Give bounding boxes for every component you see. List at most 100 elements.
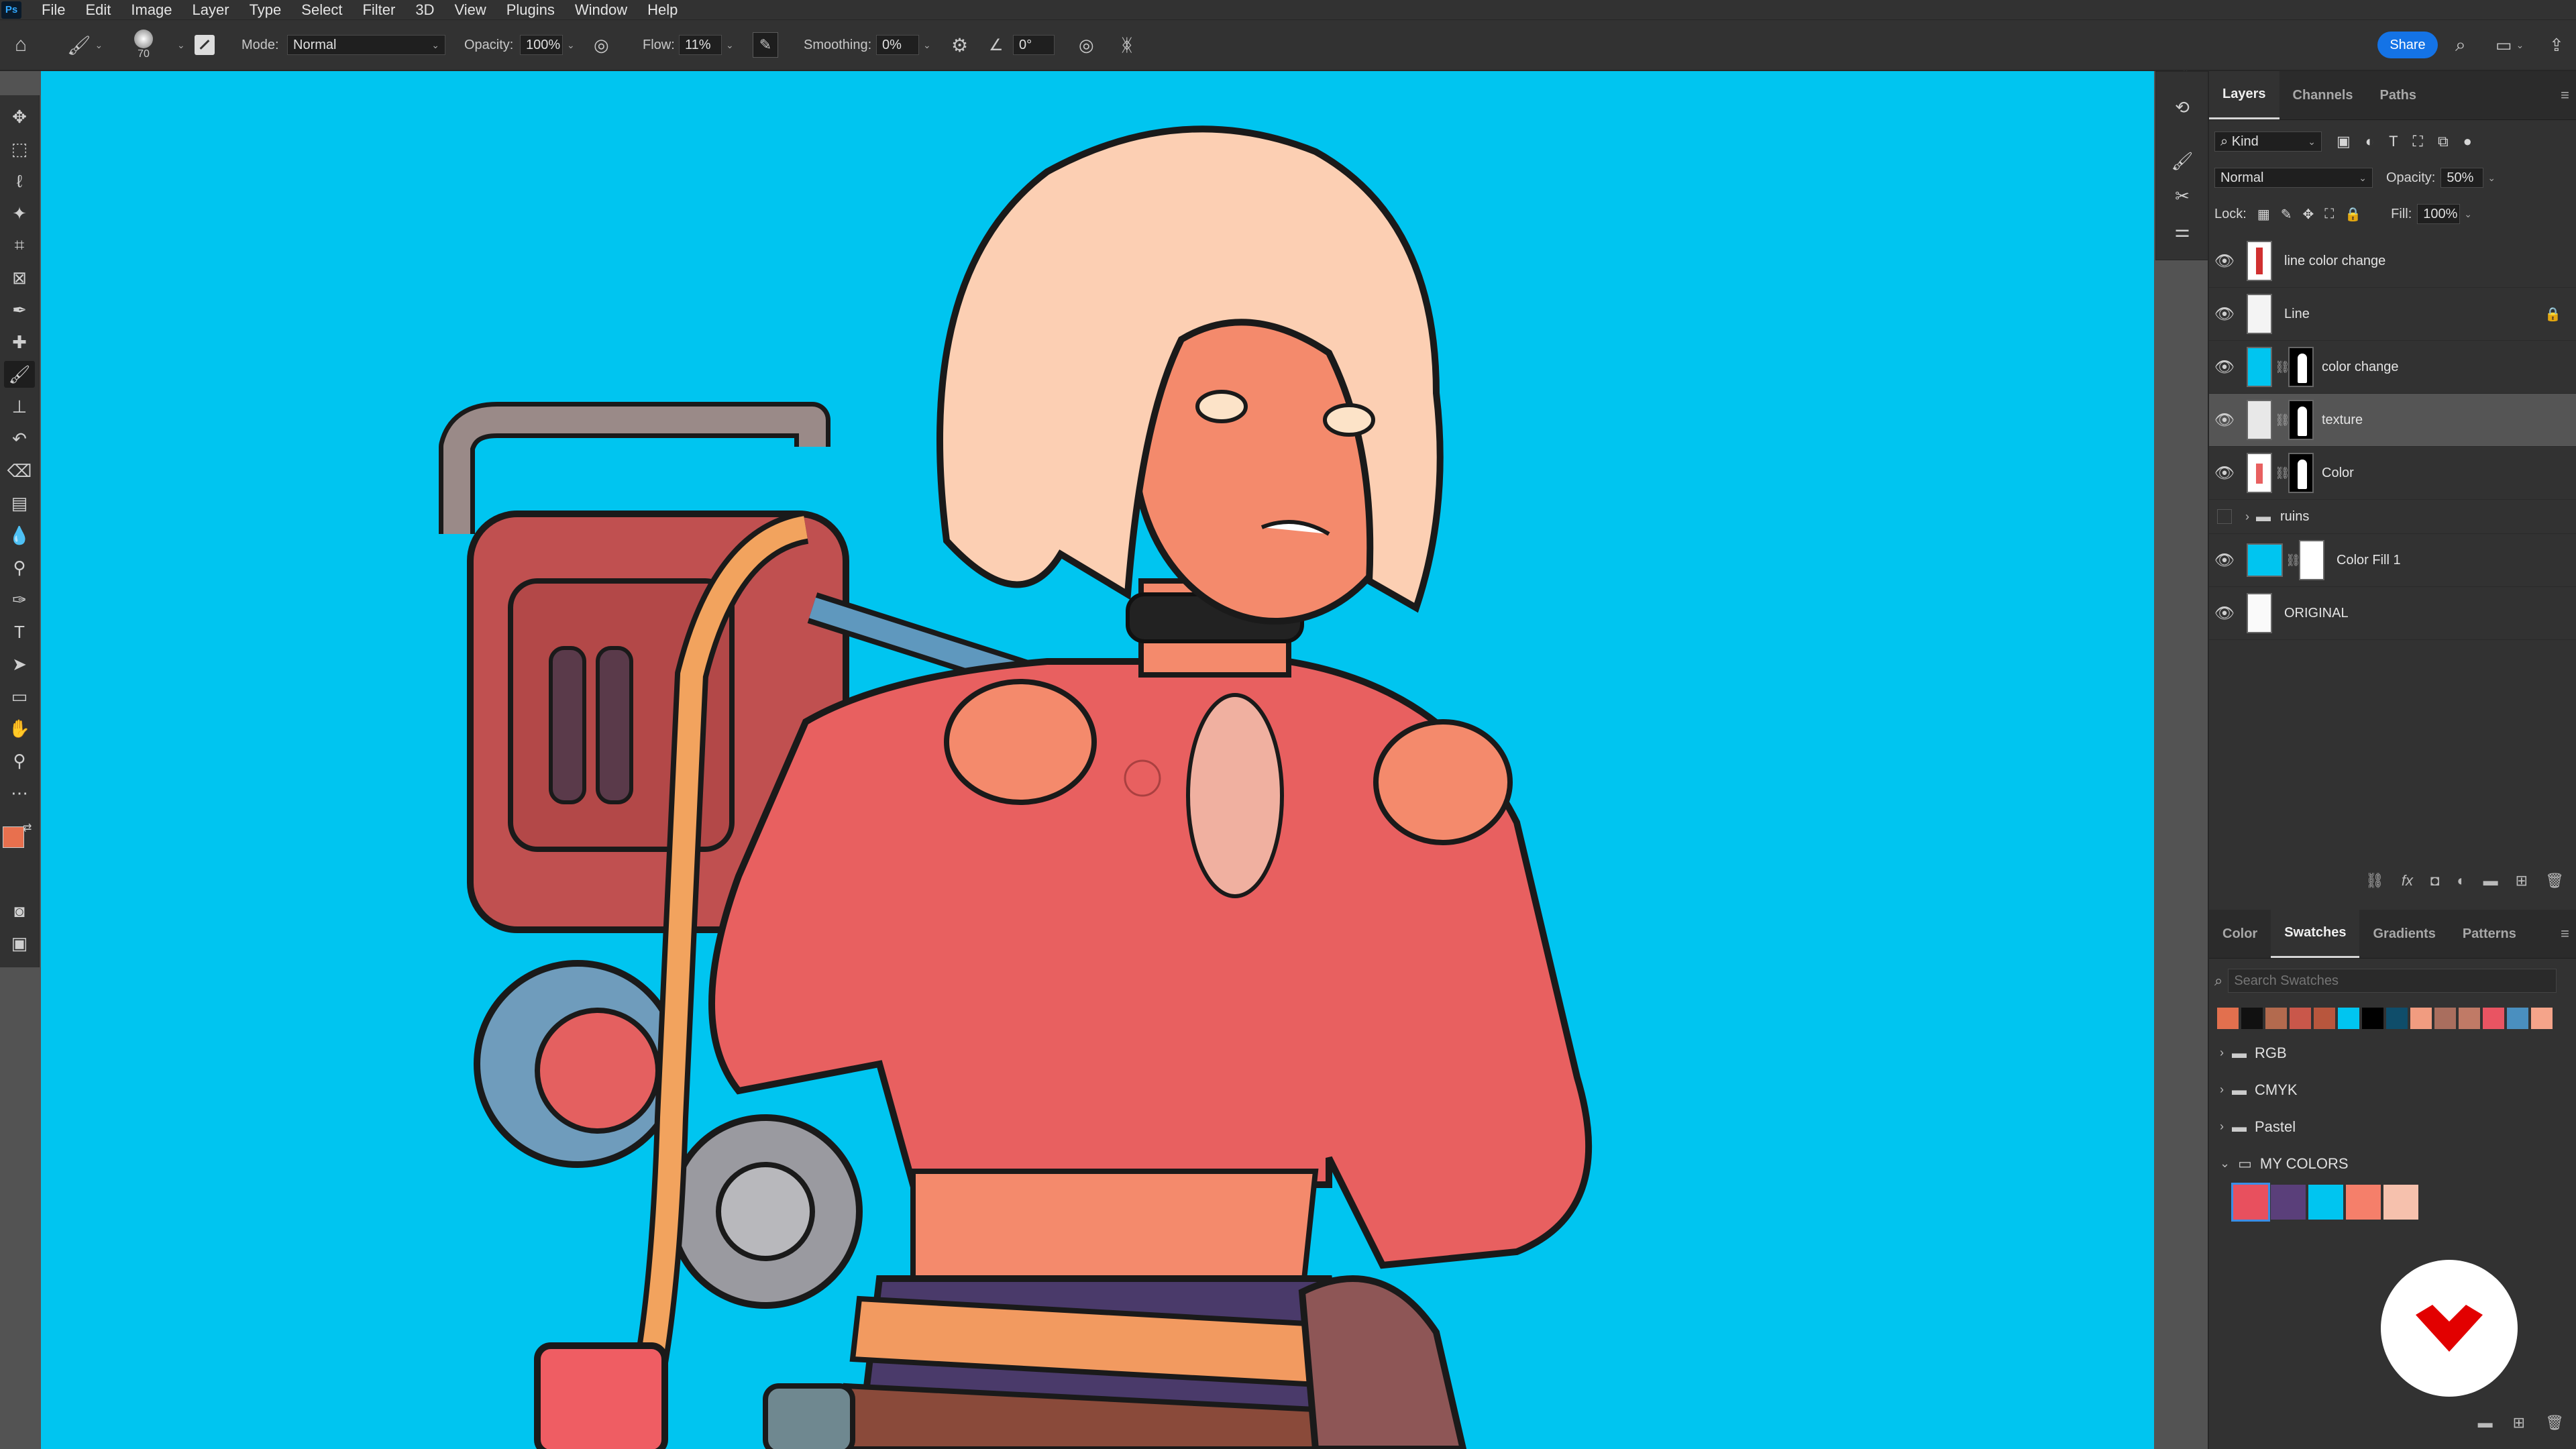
swatch-group-my-colors[interactable]: ⌄ ▭ MY COLORS — [2209, 1145, 2576, 1182]
zoom-tool-icon[interactable]: ⚲ — [4, 747, 35, 774]
lock-image-icon[interactable]: ✎ — [2281, 206, 2292, 223]
new-group-icon[interactable]: ▬ — [2478, 1414, 2493, 1432]
filter-toggle-icon[interactable]: ● — [2463, 133, 2472, 150]
filter-smart-object-icon[interactable]: ⧉ — [2438, 133, 2449, 150]
menu-plugins[interactable]: Plugins — [506, 1, 555, 19]
chevron-right-icon[interactable]: › — [2220, 1083, 2224, 1097]
brush-settings-icon[interactable]: 🖌 — [2167, 146, 2198, 176]
tools-presets-icon[interactable]: ✂ — [2167, 180, 2198, 211]
swatch-color[interactable] — [2459, 1008, 2480, 1029]
tab-paths[interactable]: Paths — [2367, 71, 2430, 119]
swatch-color[interactable] — [2290, 1008, 2311, 1029]
pressure-opacity-icon[interactable]: ◎ — [594, 20, 609, 70]
magic-wand-tool-icon[interactable]: ✦ — [4, 200, 35, 227]
new-swatch-icon[interactable]: ⊞ — [2513, 1414, 2525, 1432]
history-panel-icon[interactable]: ⟲ — [2167, 92, 2198, 123]
tab-patterns[interactable]: Patterns — [2449, 910, 2530, 958]
layer-row[interactable]: 👁 line color change — [2209, 235, 2576, 288]
tab-swatches[interactable]: Swatches — [2271, 910, 2360, 958]
swatch-color[interactable] — [2231, 1183, 2270, 1222]
swatch-color[interactable] — [2386, 1008, 2408, 1029]
eye-icon[interactable]: 👁 — [2209, 447, 2240, 499]
swatch-color[interactable] — [2434, 1008, 2456, 1029]
blur-tool-icon[interactable]: 💧 — [4, 522, 35, 549]
swatch-color[interactable] — [2241, 1008, 2263, 1029]
chevron-right-icon[interactable]: › — [2220, 1046, 2224, 1060]
menu-file[interactable]: File — [42, 1, 65, 19]
visibility-off-box[interactable] — [2209, 500, 2240, 533]
layer-row[interactable]: 👁 ⛓ color change — [2209, 341, 2576, 394]
layer-row-selected[interactable]: 👁 ⛓ texture — [2209, 394, 2576, 447]
brush-settings-panel-icon[interactable] — [195, 20, 215, 70]
gradient-tool-icon[interactable]: ▤ — [4, 490, 35, 517]
gear-icon[interactable]: ⚙ — [951, 20, 968, 70]
lasso-tool-icon[interactable]: ℓ — [4, 168, 35, 195]
new-adjustment-icon[interactable]: ◐ — [2457, 872, 2465, 890]
layer-group-row[interactable]: › ▬ ruins — [2209, 500, 2576, 534]
flow-input[interactable]: 11% — [679, 35, 722, 55]
swatch-group-cmyk[interactable]: › ▬ CMYK — [2209, 1071, 2576, 1108]
menu-view[interactable]: View — [454, 1, 486, 19]
eye-icon[interactable]: 👁 — [2209, 341, 2240, 393]
layer-row[interactable]: 👁 ORIGINAL — [2209, 587, 2576, 640]
eyedropper-tool-icon[interactable]: ✒ — [4, 297, 35, 323]
dodge-tool-icon[interactable]: ⚲ — [4, 554, 35, 581]
brush-tool-icon[interactable]: 🖌 — [4, 361, 35, 388]
fill-input[interactable]: 100% — [2417, 204, 2461, 224]
search-swatches-input[interactable] — [2228, 969, 2557, 993]
link-icon[interactable]: ⛓ — [2275, 413, 2290, 427]
chevron-down-icon[interactable]: ⌄ — [2464, 209, 2472, 220]
swatch-color[interactable] — [2338, 1008, 2359, 1029]
chevron-down-icon[interactable]: ⌄ — [2220, 1157, 2230, 1171]
document-canvas[interactable] — [41, 71, 2154, 1449]
swatch-color[interactable] — [2483, 1008, 2504, 1029]
menu-3d[interactable]: 3D — [415, 1, 434, 19]
share-export-icon[interactable]: ⇪ — [2549, 20, 2564, 70]
swatch-color[interactable] — [2271, 1185, 2306, 1220]
layer-mask-thumbnail[interactable] — [2288, 347, 2314, 387]
workspace-icon[interactable]: ▭ ⌄ — [2496, 20, 2524, 70]
tab-layers[interactable]: Layers — [2209, 71, 2279, 119]
swatch-color[interactable] — [2346, 1185, 2381, 1220]
opacity-input[interactable]: 100% — [520, 35, 563, 55]
more-tools-icon[interactable]: ⋯ — [4, 780, 35, 806]
move-tool-icon[interactable]: ✥ — [4, 103, 35, 130]
swatch-color[interactable] — [2217, 1008, 2239, 1029]
menu-layer[interactable]: Layer — [193, 1, 229, 19]
layer-mask-thumbnail[interactable] — [2288, 400, 2314, 440]
symmetry-icon[interactable]: ᛤ — [1122, 20, 1132, 70]
menu-help[interactable]: Help — [647, 1, 678, 19]
layer-opacity-input[interactable]: 50% — [2440, 168, 2484, 188]
path-selection-tool-icon[interactable]: ➤ — [4, 651, 35, 678]
chevron-down-icon[interactable]: ⌄ — [2487, 172, 2496, 184]
layer-row[interactable]: 👁 Line 🔒 — [2209, 288, 2576, 341]
airbrush-icon[interactable]: ✎ — [753, 20, 778, 70]
lock-artboard-icon[interactable]: ⛶ — [2324, 207, 2334, 222]
fx-icon[interactable]: fx — [2402, 872, 2413, 890]
menu-window[interactable]: Window — [575, 1, 627, 19]
filter-pixel-icon[interactable]: ▣ — [2337, 133, 2351, 150]
swatch-color[interactable] — [2265, 1008, 2287, 1029]
blend-mode-select[interactable]: Normal ⌄ — [2214, 168, 2373, 188]
eye-icon[interactable]: 👁 — [2209, 235, 2240, 287]
lock-all-icon[interactable]: 🔒 — [2345, 206, 2361, 223]
eye-icon[interactable]: 👁 — [2209, 534, 2240, 586]
layer-row[interactable]: 👁 ⛓ Color — [2209, 447, 2576, 500]
layer-row[interactable]: 👁 ⛓ Color Fill 1 — [2209, 534, 2576, 587]
chevron-down-icon[interactable]: ⌄ — [726, 40, 734, 51]
panel-menu-icon[interactable]: ≡ — [2561, 925, 2569, 943]
chevron-down-icon[interactable]: ⌄ — [923, 40, 931, 51]
menu-select[interactable]: Select — [301, 1, 342, 19]
tab-color[interactable]: Color — [2209, 910, 2271, 958]
trash-icon[interactable]: 🗑 — [2545, 872, 2564, 890]
new-group-icon[interactable]: ▬ — [2483, 872, 2498, 890]
rectangle-tool-icon[interactable]: ▭ — [4, 683, 35, 710]
eye-icon[interactable]: 👁 — [2209, 587, 2240, 639]
adjustments-icon[interactable]: ⚌ — [2167, 215, 2198, 246]
share-button[interactable]: Share — [2377, 32, 2438, 58]
brush-tool-preset-icon[interactable]: 🖌 ⌄ — [67, 20, 103, 70]
type-tool-icon[interactable]: T — [4, 619, 35, 645]
swatch-group-pastel[interactable]: › ▬ Pastel — [2209, 1108, 2576, 1145]
filter-type-icon[interactable]: T — [2389, 133, 2398, 150]
brush-size-dropdown-icon[interactable]: ⌄ — [173, 20, 185, 70]
